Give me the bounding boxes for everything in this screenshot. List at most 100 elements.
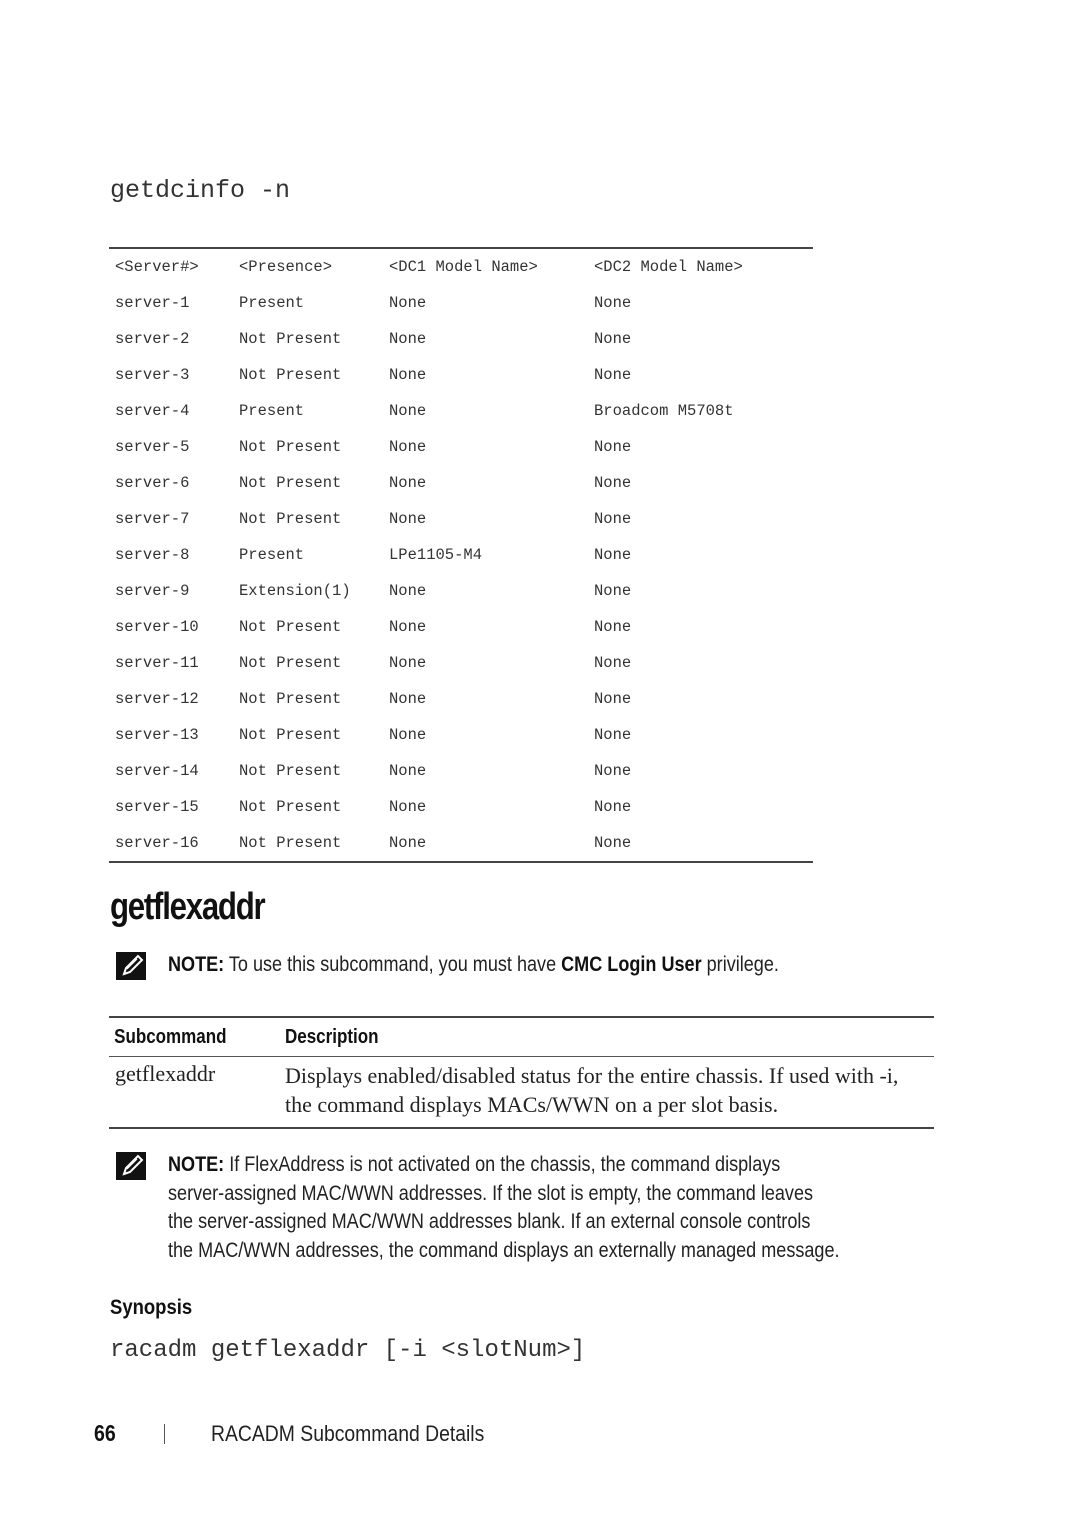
table-row: server-5 Not Present None None — [109, 429, 813, 465]
table-row: server-2 Not Present None None — [109, 321, 813, 357]
presence-cell: Not Present — [239, 654, 342, 672]
server-cell: server-6 — [115, 474, 190, 492]
presence-cell: Not Present — [239, 510, 342, 528]
table-row: server-1 Present None None — [109, 285, 813, 321]
server-cell: server-1 — [115, 294, 190, 312]
note-line: the MAC/WWN addresses, the command displ… — [168, 1238, 840, 1262]
subcommand-cell: getflexaddr — [115, 1061, 216, 1086]
section-title: getflexaddr — [110, 886, 266, 928]
server-cell: server-5 — [115, 438, 190, 456]
note-pencil-icon — [116, 1152, 146, 1180]
dc2-model-cell: None — [594, 546, 632, 564]
dc2-model-cell: None — [594, 618, 632, 636]
dc2-model-cell: None — [594, 510, 632, 528]
table-header-row: Subcommand Description — [109, 1018, 934, 1057]
presence-cell: Not Present — [239, 366, 342, 384]
server-cell: server-2 — [115, 330, 190, 348]
server-cell: server-3 — [115, 366, 190, 384]
table-row: server-12 Not Present None None — [109, 681, 813, 717]
note-line: the server-assigned MAC/WWN addresses bl… — [168, 1210, 811, 1233]
dc2-model-cell: None — [594, 798, 632, 816]
server-cell: server-12 — [115, 690, 199, 708]
server-cell: server-14 — [115, 762, 199, 780]
note-text: privilege. — [701, 953, 779, 976]
table-row: getflexaddr Displays enabled/disabled st… — [109, 1057, 934, 1127]
table-row: server-14 Not Present None None — [109, 753, 813, 789]
dc1-model-cell: None — [389, 726, 427, 744]
footer-separator — [164, 1423, 165, 1444]
dc2-model-cell: None — [594, 582, 632, 600]
presence-cell: Not Present — [239, 834, 342, 852]
table-row: server-13 Not Present None None — [109, 717, 813, 753]
synopsis-heading: Synopsis — [110, 1296, 193, 1319]
server-cell: server-11 — [115, 654, 199, 672]
dc2-model-cell: None — [594, 654, 632, 672]
table-row: server-6 Not Present None None — [109, 465, 813, 501]
column-header-subcommand: Subcommand — [114, 1025, 227, 1048]
dc1-model-cell: None — [389, 294, 427, 312]
dc2-model-cell: None — [594, 330, 632, 348]
dc1-model-cell: None — [389, 762, 427, 780]
presence-cell: Extension(1) — [239, 582, 351, 600]
dc2-model-cell: None — [594, 366, 632, 384]
dc1-model-cell: None — [389, 618, 427, 636]
page-number: 66 — [94, 1420, 116, 1446]
dc2-model-cell: None — [594, 690, 632, 708]
presence-cell: Present — [239, 546, 305, 564]
dc1-model-cell: None — [389, 690, 427, 708]
code-heading: getdcinfo -n — [110, 176, 291, 205]
column-header: <Presence> — [239, 258, 333, 276]
server-cell: server-10 — [115, 618, 199, 636]
column-header: <Server#> — [115, 258, 199, 276]
note-privilege-name: CMC Login User — [561, 953, 702, 976]
page-footer: 66 RACADM Subcommand Details — [94, 1420, 522, 1447]
presence-cell: Present — [239, 402, 305, 420]
dc1-model-cell: None — [389, 438, 427, 456]
note-flexaddress: NOTE: If FlexAddress is not activated on… — [116, 1152, 949, 1265]
presence-cell: Not Present — [239, 762, 342, 780]
server-cell: server-8 — [115, 546, 190, 564]
table-row: server-15 Not Present None None — [109, 789, 813, 825]
dc1-model-cell: None — [389, 834, 427, 852]
note-label: NOTE: — [168, 1153, 225, 1176]
table-row: server-10 Not Present None None — [109, 609, 813, 645]
server-cell: server-15 — [115, 798, 199, 816]
dc2-model-cell: None — [594, 474, 632, 492]
dc1-model-cell: None — [389, 510, 427, 528]
dc1-model-cell: LPe1105-M4 — [389, 546, 483, 564]
description-cell: Displays enabled/disabled status for the… — [285, 1063, 899, 1117]
dc1-model-cell: None — [389, 366, 427, 384]
dc1-model-cell: None — [389, 654, 427, 672]
note-text: To use this subcommand, you must have — [224, 953, 562, 976]
dc2-model-cell: Broadcom M5708t — [594, 402, 734, 420]
column-header-description: Description — [285, 1025, 379, 1048]
dc1-model-cell: None — [389, 402, 427, 420]
presence-cell: Not Present — [239, 618, 342, 636]
table-row: server-16 Not Present None None — [109, 825, 813, 861]
note-pencil-icon — [116, 952, 146, 980]
column-header: <DC2 Model Name> — [594, 258, 743, 276]
dc2-model-cell: None — [594, 762, 632, 780]
table-row: server-4 Present None Broadcom M5708t — [109, 393, 813, 429]
dc2-model-cell: None — [594, 834, 632, 852]
note-line: server-assigned MAC/WWN addresses. If th… — [168, 1181, 814, 1205]
server-cell: server-4 — [115, 402, 190, 420]
column-header: <DC1 Model Name> — [389, 258, 538, 276]
chapter-title: RACADM Subcommand Details — [211, 1420, 485, 1446]
table-header-row: <Server#> <Presence> <DC1 Model Name> <D… — [109, 249, 813, 285]
dc1-model-cell: None — [389, 330, 427, 348]
note-privilege: NOTE: To use this subcommand, you must h… — [116, 952, 878, 980]
note-line: If FlexAddress is not activated on the c… — [224, 1153, 781, 1176]
presence-cell: Not Present — [239, 438, 342, 456]
dc-info-table: <Server#> <Presence> <DC1 Model Name> <D… — [109, 247, 813, 863]
dc1-model-cell: None — [389, 474, 427, 492]
presence-cell: Not Present — [239, 474, 342, 492]
server-cell: server-9 — [115, 582, 190, 600]
table-row: server-11 Not Present None None — [109, 645, 813, 681]
presence-cell: Not Present — [239, 690, 342, 708]
table-row: server-8 Present LPe1105-M4 None — [109, 537, 813, 573]
presence-cell: Not Present — [239, 798, 342, 816]
server-cell: server-7 — [115, 510, 190, 528]
synopsis-code: racadm getflexaddr [-i <slotNum>] — [110, 1337, 586, 1364]
table-row: server-7 Not Present None None — [109, 501, 813, 537]
